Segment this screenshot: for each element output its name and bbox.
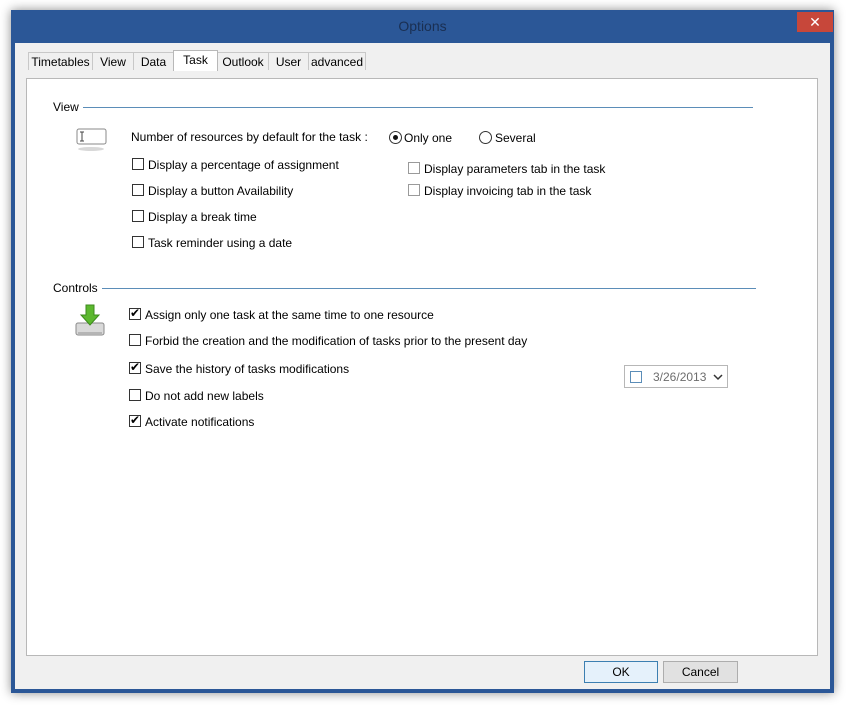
button-availability-checkbox[interactable]: [132, 184, 144, 196]
activate-notifications-label: Activate notifications: [145, 415, 255, 429]
save-history-checkbox[interactable]: [129, 360, 141, 374]
task-reminder-checkbox[interactable]: [132, 236, 144, 248]
view-group-line: [53, 107, 753, 108]
tab-view[interactable]: View: [92, 52, 134, 70]
date-picker[interactable]: 3/26/2013: [624, 365, 728, 388]
break-time-label: Display a break time: [148, 210, 257, 224]
only-one-label: Only one: [404, 131, 453, 145]
cancel-button[interactable]: Cancel: [663, 661, 738, 683]
textbox-icon: [76, 128, 107, 151]
controls-group-line: [53, 288, 756, 289]
parameters-tab-checkbox[interactable]: [408, 162, 420, 174]
no-new-labels-checkbox[interactable]: [129, 389, 141, 401]
several-radio[interactable]: [479, 131, 492, 144]
tab-outlook[interactable]: Outlook: [217, 52, 269, 70]
tab-timetables[interactable]: Timetables: [28, 52, 93, 70]
tab-user[interactable]: User: [268, 52, 309, 70]
close-button[interactable]: ✕: [797, 12, 833, 32]
assign-one-task-checkbox[interactable]: [129, 306, 141, 320]
several-label: Several: [495, 131, 536, 145]
tab-advanced[interactable]: advanced: [308, 52, 366, 70]
invoicing-tab-checkbox[interactable]: [408, 184, 420, 196]
save-history-label: Save the history of tasks modifications: [145, 362, 350, 376]
view-group-label: View: [53, 100, 83, 114]
resources-label: Number of resources by default for the t…: [131, 130, 368, 144]
task-tab-panel: View Number of resources by default for …: [26, 78, 818, 656]
title-bar[interactable]: Options ✕: [11, 10, 834, 43]
options-window: Options ✕ Timetables View Data Task Outl…: [11, 10, 834, 693]
dialog-client: Timetables View Data Task Outlook User a…: [15, 43, 830, 689]
tab-task[interactable]: Task: [173, 50, 218, 71]
forbid-prior-tasks-checkbox[interactable]: [129, 334, 141, 346]
no-new-labels-label: Do not add new labels: [145, 389, 264, 403]
percentage-assignment-checkbox[interactable]: [132, 158, 144, 170]
ok-button[interactable]: OK: [584, 661, 658, 683]
controls-group-label: Controls: [53, 281, 102, 295]
invoicing-tab-label: Display invoicing tab in the task: [424, 184, 592, 198]
date-value: 3/26/2013: [653, 370, 707, 384]
only-one-radio[interactable]: [389, 131, 402, 144]
percentage-assignment-label: Display a percentage of assignment: [148, 158, 339, 172]
tab-data[interactable]: Data: [133, 52, 174, 70]
break-time-checkbox[interactable]: [132, 210, 144, 222]
date-enable-checkbox[interactable]: [630, 371, 642, 383]
activate-notifications-checkbox[interactable]: [129, 413, 141, 427]
task-reminder-label: Task reminder using a date: [148, 236, 293, 250]
assign-one-task-label: Assign only one task at the same time to…: [145, 308, 434, 322]
button-availability-label: Display a button Availability: [148, 184, 294, 198]
chevron-down-icon[interactable]: [713, 373, 723, 381]
parameters-tab-label: Display parameters tab in the task: [424, 162, 606, 176]
forbid-prior-tasks-label: Forbid the creation and the modification…: [145, 334, 528, 348]
download-drive-icon: [75, 304, 105, 336]
window-title: Options: [398, 18, 447, 34]
